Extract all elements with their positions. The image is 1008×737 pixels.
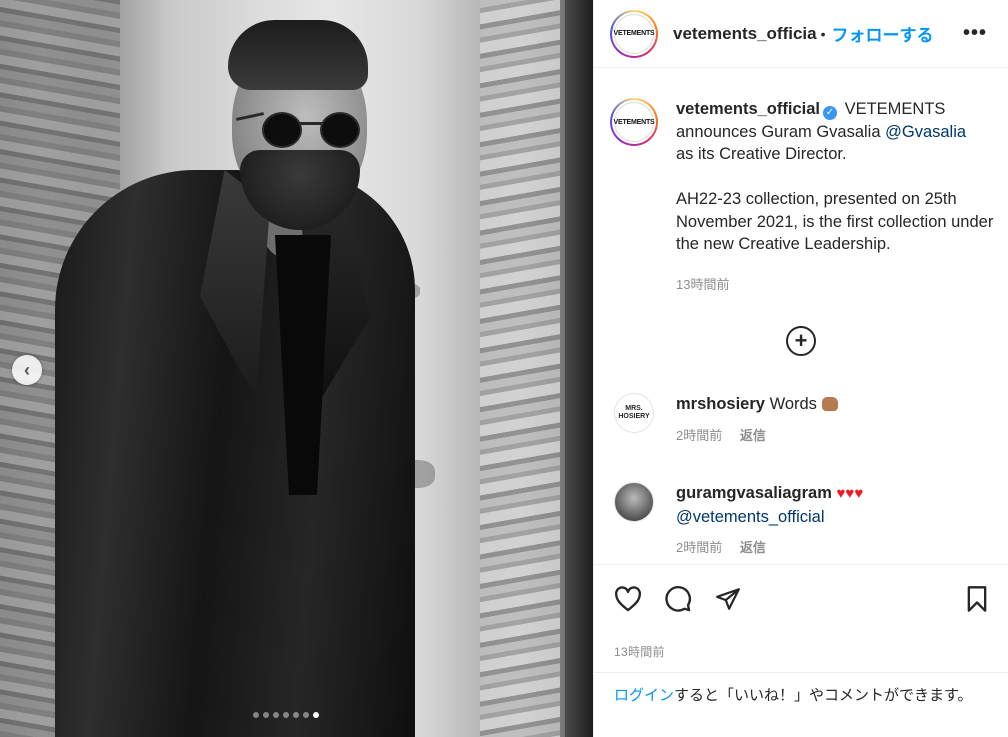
person-hair [228, 20, 368, 90]
commenter-username-link[interactable]: guramgvasaliagram [676, 484, 832, 502]
sunglasses-lens-left [262, 112, 302, 148]
verified-icon: ✓ [822, 106, 837, 120]
author-username-link[interactable]: vetements_officia [673, 24, 817, 44]
heart-emoji-icon: ♥♥♥ [836, 485, 864, 502]
comment-mention-link[interactable]: @vetements_official [676, 508, 825, 526]
heart-icon [615, 586, 641, 612]
login-prompt-text: すると「いいね！」やコメントができます。 [674, 687, 973, 704]
commenter-avatar[interactable]: MRS. HOSIERY [614, 393, 654, 433]
plus-circle-icon: + [794, 328, 808, 353]
caption-text-part2: as its Creative Director. [676, 145, 847, 163]
photo-dark-edge [565, 0, 593, 737]
caption-text: vetements_official ✓ VETEMENTS announces … [676, 98, 996, 296]
comment-body: guramgvasaliagram ♥♥♥ @vetements_officia… [676, 482, 986, 560]
caption-mention-link[interactable]: @Gvasalia [885, 123, 966, 141]
share-button[interactable] [712, 583, 744, 615]
avatar-frame: VETEMENTS [612, 11, 656, 56]
bookmark-icon [967, 586, 987, 612]
vetements-logo: VETEMENTS [614, 102, 655, 142]
chevron-left-icon: ‹ [24, 359, 30, 380]
comment-button[interactable] [662, 583, 694, 615]
follow-button[interactable]: フォローする [832, 21, 934, 46]
fist-bump-emoji-icon [821, 397, 838, 411]
sunglasses-bridge [300, 122, 322, 125]
carousel-dot [293, 712, 299, 718]
comment-icon [665, 586, 691, 612]
comments-scroll-area[interactable]: VETEMENTS vetements_official ✓ VETEMENTS … [594, 68, 1008, 564]
author-avatar[interactable]: VETEMENTS [610, 9, 658, 58]
like-button[interactable] [612, 583, 644, 615]
post-caption: VETEMENTS vetements_official ✓ VETEMENTS … [610, 98, 996, 296]
login-prompt: ログインすると「いいね！」やコメントができます。 [594, 672, 1008, 737]
save-button[interactable] [961, 583, 993, 615]
sunglasses-lens-right [320, 112, 360, 148]
post-side-panel: VETEMENTS vetements_officia • フォローする •••… [593, 0, 1008, 737]
commenter-username-link[interactable]: mrshosiery [676, 395, 765, 413]
post-timestamp[interactable]: 13時間前 [614, 643, 665, 660]
commenter-avatar[interactable] [614, 482, 654, 522]
header-separator: • [820, 25, 826, 42]
load-more-comments-button[interactable]: + [786, 326, 816, 356]
comment-meta: 2時間前 返信 [676, 537, 986, 560]
caption-username-link[interactable]: vetements_official [676, 100, 820, 118]
reply-button[interactable]: 返信 [740, 540, 766, 555]
carousel-dot [313, 712, 319, 718]
comment-timestamp[interactable]: 2時間前 [676, 540, 722, 555]
comment-body: mrshosiery Words 2時間前 返信 [676, 393, 986, 447]
carousel-prev-button[interactable]: ‹ [12, 355, 42, 385]
more-options-icon[interactable]: ••• [963, 22, 987, 45]
carousel-dot [253, 712, 259, 718]
login-link[interactable]: ログイン [614, 687, 674, 704]
carousel-dot [283, 712, 289, 718]
avatar-frame: VETEMENTS [612, 100, 656, 144]
vetements-logo: VETEMENTS [614, 13, 655, 54]
comment-meta: 2時間前 返信 [676, 425, 986, 448]
carousel-dots [253, 712, 319, 718]
carousel-dot [303, 712, 309, 718]
post-header: VETEMENTS vetements_officia • フォローする ••• [594, 0, 1008, 68]
caption-paragraph2: AH22-23 collection, presented on 25th No… [676, 190, 994, 253]
caption-author-avatar[interactable]: VETEMENTS [610, 98, 658, 146]
comment-timestamp[interactable]: 2時間前 [676, 428, 722, 443]
carousel-dot [263, 712, 269, 718]
comment-text: Words [769, 395, 817, 413]
carousel-dot [273, 712, 279, 718]
photo-pillar-texture [480, 0, 560, 737]
reply-button[interactable]: 返信 [740, 428, 766, 443]
caption-timestamp[interactable]: 13時間前 [676, 274, 996, 297]
post-action-bar [594, 564, 1008, 632]
comment-item: guramgvasaliagram ♥♥♥ @vetements_officia… [614, 482, 986, 560]
share-icon [716, 588, 740, 610]
comment-item: MRS. HOSIERY mrshosiery Words 2時間前 返信 [614, 393, 986, 447]
post-photo[interactable]: ‹ [0, 0, 593, 737]
